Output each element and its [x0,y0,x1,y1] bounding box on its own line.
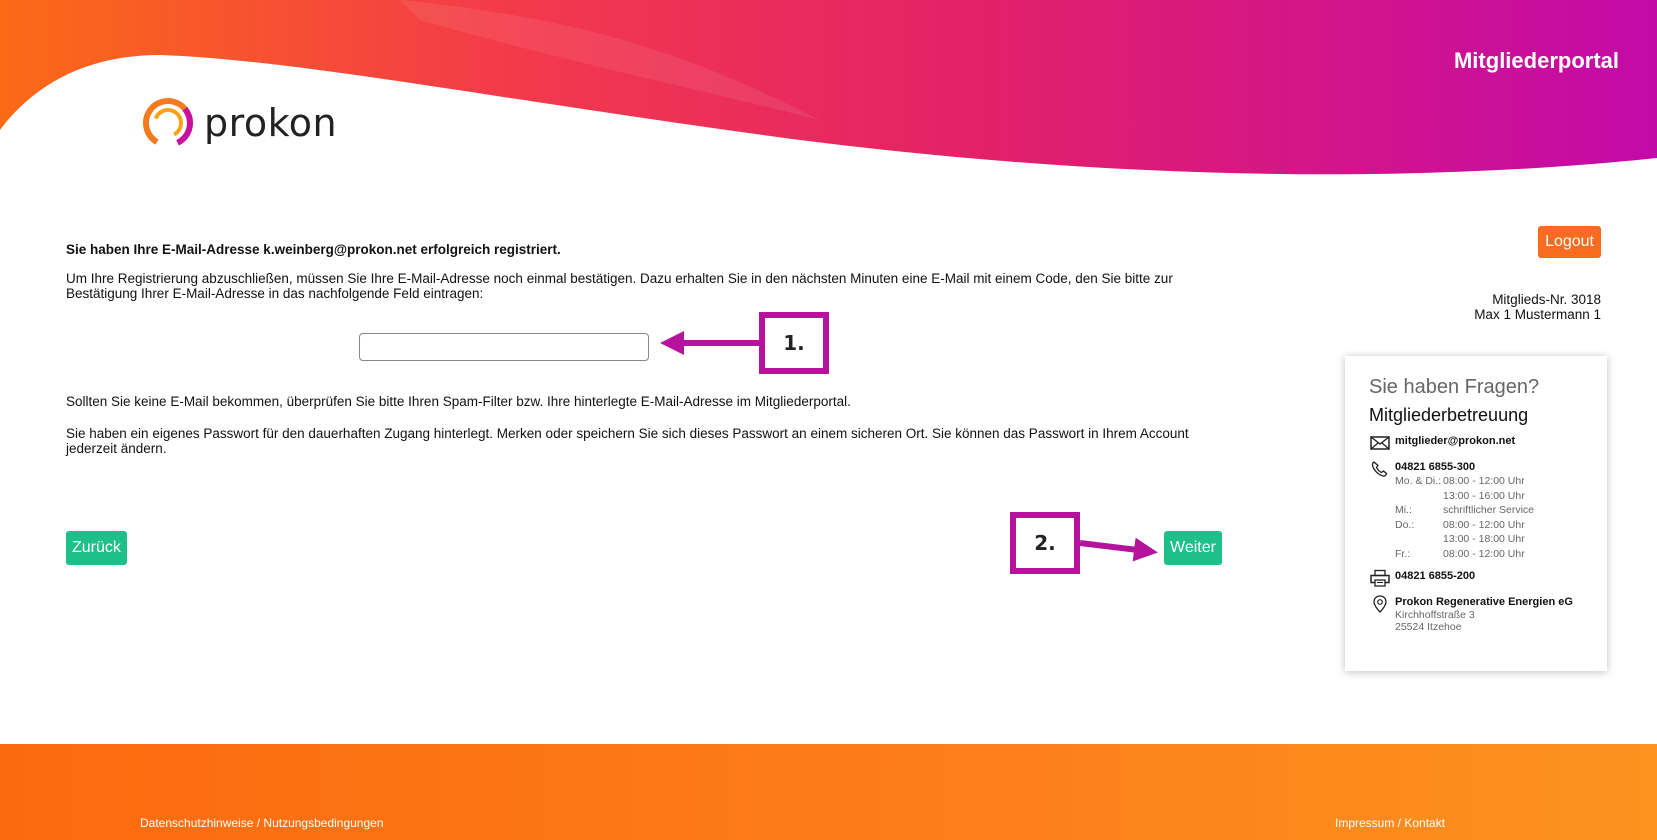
help-card: Sie haben Fragen? Mitgliederbetreuung mi… [1345,356,1607,671]
password-hint: Sie haben ein eigenes Passwort für den d… [66,426,1189,456]
help-phone-row: 04821 6855-300 Mo. & Di.: 08:00 - 12:00 U… [1369,460,1607,561]
help-email[interactable]: mitglieder@prokon.net [1395,434,1515,448]
mail-icon [1370,436,1390,450]
hours-day [1395,532,1443,547]
hours-time: 13:00 - 16:00 Uhr [1443,489,1525,502]
help-company: Prokon Regenerative Energien eG [1395,596,1573,608]
help-email-row: mitglieder@prokon.net [1369,434,1607,452]
confirmation-code-input[interactable] [359,333,649,361]
prokon-logo-mark-icon [143,98,193,148]
hours-day: Fr.: [1395,547,1411,560]
privacy-terms-link[interactable]: Datenschutzhinweise / Nutzungsbedingunge… [140,816,384,830]
logout-button[interactable]: Logout [1538,226,1601,258]
hours-day: Do.: [1395,518,1415,531]
hours-time: 08:00 - 12:00 Uhr [1443,518,1525,531]
hours-day: Mi.: [1395,504,1412,516]
spam-filter-hint: Sollten Sie keine E-Mail bekommen, überp… [66,394,851,409]
hours-time: 08:00 - 12:00 Uhr [1443,547,1525,560]
header-banner: prokon Mitgliederportal [0,0,1657,200]
logo-text: prokon [204,101,338,145]
prokon-logo[interactable]: prokon [140,95,337,151]
printer-icon [1370,569,1390,587]
help-phone[interactable]: 04821 6855-300 [1395,460,1543,474]
registration-headline: Sie haben Ihre E-Mail-Adresse k.weinberg… [66,242,561,257]
confirmation-instruction: Um Ihre Registrierung abzuschließen, müs… [66,271,1173,301]
hours-day: Mo. & Di.: [1395,475,1442,487]
back-button[interactable]: Zurück [66,531,127,565]
help-fax: 04821 6855-200 [1395,570,1476,582]
help-street: Kirchhoffstraße 3 [1395,609,1475,621]
help-address-row: Prokon Regenerative Energien eG Kirchhof… [1369,595,1607,633]
help-subtitle: Mitgliederbetreuung [1369,405,1529,425]
help-title: Sie haben Fragen? [1369,376,1540,398]
member-name: Max 1 Mustermann 1 [1474,307,1601,322]
hours-time: schriftlicher Service [1443,504,1535,516]
member-number: Mitglieds-Nr. 3018 [1492,292,1601,307]
hours-time: 13:00 - 18:00 Uhr [1443,533,1525,545]
next-button[interactable]: Weiter [1164,531,1222,565]
imprint-contact-link[interactable]: Impressum / Kontakt [1335,816,1445,830]
footer: Datenschutzhinweise / Nutzungsbedingunge… [0,744,1657,840]
hours-day [1395,489,1443,504]
annotation-step-1: 1. [759,312,829,374]
arrow-to-next-button [1079,537,1158,562]
member-info: Mitglieds-Nr. 3018 Max 1 Mustermann 1 [1474,292,1601,322]
portal-title: Mitgliederportal [1453,48,1619,73]
hours-time: 08:00 - 12:00 Uhr [1443,475,1525,487]
phone-icon [1371,461,1388,477]
location-pin-icon [1373,595,1387,613]
help-fax-row: 04821 6855-200 [1369,569,1607,587]
annotation-step-2: 2. [1010,512,1080,574]
office-hours: Mo. & Di.: 08:00 - 12:00 Uhr 13:00 - 16:0… [1395,474,1543,561]
help-city: 25524 Itzehoe [1395,621,1462,633]
